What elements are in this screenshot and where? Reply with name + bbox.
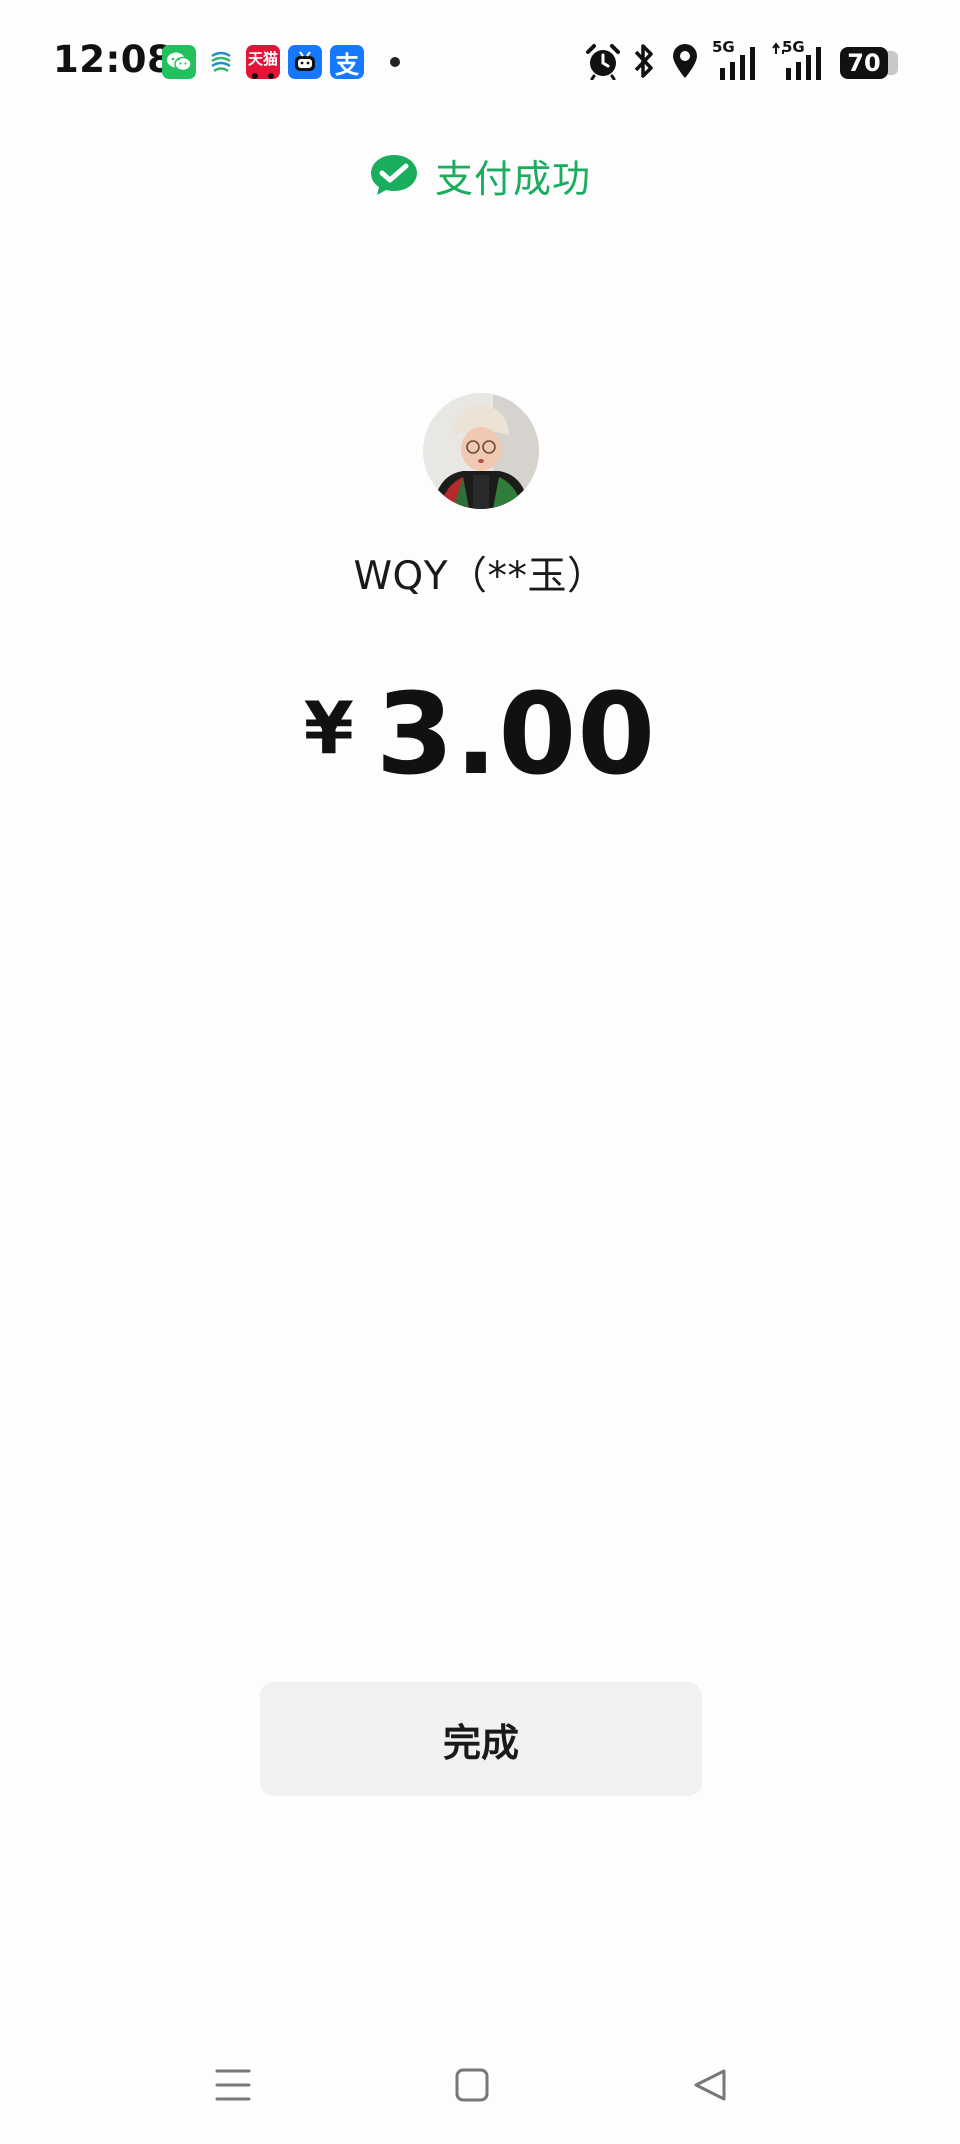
bilibili-icon (288, 45, 322, 79)
alipay-icon: 支 (330, 45, 364, 79)
alarm-icon (586, 44, 620, 80)
payee-name: WQY（**玉） (353, 554, 607, 599)
tmall-label: 天猫 (247, 49, 278, 68)
battery-icon: 70 (840, 47, 898, 79)
amount-value: 3.00 (375, 670, 657, 800)
home-icon[interactable] (442, 2060, 502, 2110)
payment-amount: ¥ 3.00 (0, 670, 960, 810)
status-time: 12:08 (53, 38, 174, 81)
location-icon (673, 44, 697, 78)
done-button[interactable]: 完成 (260, 1682, 702, 1796)
china-mobile-icon (204, 45, 238, 79)
battery-level: 70 (840, 47, 888, 79)
status-bar: 12:08 天猫 支 5G 5G 70 (0, 0, 960, 120)
wechat-pay-check-icon (370, 155, 417, 195)
payment-success-screen: 12:08 天猫 支 5G 5G 70 支付成功 WQY（**玉） ¥ 3.00… (0, 0, 960, 2144)
page-title: 支付成功 (434, 156, 591, 201)
back-icon[interactable] (680, 2060, 740, 2110)
network-type-label-2: 5G (782, 38, 805, 56)
signal-5g-icon-2: 5G (770, 38, 826, 82)
menu-icon[interactable] (203, 2060, 263, 2110)
payee-avatar (423, 393, 539, 509)
currency-symbol: ¥ (303, 686, 354, 770)
tmall-icon: 天猫 (246, 45, 280, 79)
more-notifications-dot (390, 57, 400, 67)
payment-success-header: 支付成功 (0, 145, 960, 205)
bluetooth-icon (634, 44, 653, 78)
alipay-label: 支 (335, 50, 359, 79)
signal-5g-icon: 5G (712, 38, 760, 82)
wechat-icon (162, 45, 196, 79)
